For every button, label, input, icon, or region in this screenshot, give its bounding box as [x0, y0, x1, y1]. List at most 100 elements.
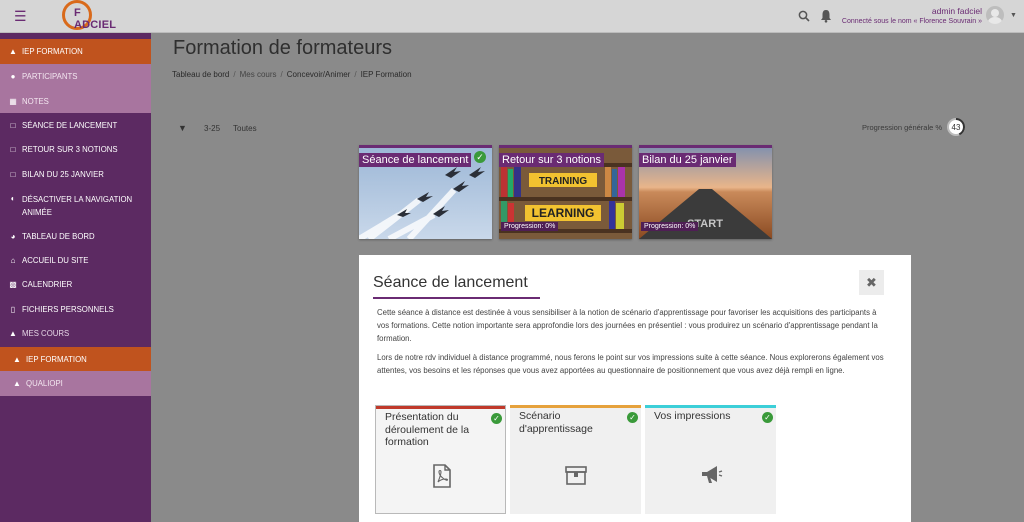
tile-top-bar — [376, 406, 505, 409]
breadcrumb-item-iep-formation[interactable]: IEP Formation — [361, 70, 412, 79]
sidebar-item-label: QUALIOPI — [26, 379, 63, 388]
sidebar-item-iep-formation[interactable]: ▲ IEP FORMATION — [0, 39, 151, 64]
table-icon: ▦ — [9, 96, 17, 106]
graduation-cap-icon: ▲ — [9, 47, 17, 56]
card-progress: Progression: 0% — [641, 222, 699, 231]
sidebar-item-label: BILAN DU 25 JANVIER — [22, 170, 104, 179]
sidebar-item-fichiers-personnels[interactable]: ▯ FICHIERS PERSONNELS — [0, 305, 151, 319]
section-modal: Séance de lancement ✖ Cette séance à dis… — [359, 255, 911, 522]
user-role-text: Connecté sous le nom « Florence Souvrain… — [841, 18, 982, 25]
sidebar-item-label: CALENDRIER — [22, 280, 73, 289]
tile-title: Vos impressions — [654, 410, 731, 422]
sidebar-item-label: IEP FORMATION — [26, 354, 87, 364]
sidebar-item-label: NOTES — [22, 96, 49, 106]
site-logo[interactable]: F ADCIEL — [62, 0, 122, 32]
users-icon: ● — [10, 72, 16, 81]
sidebar-item-label: MES COURS — [22, 329, 70, 338]
avatar[interactable] — [986, 6, 1004, 24]
modal-paragraph-1: Cette séance à distance est destinée à v… — [377, 308, 878, 343]
avatar-body — [988, 17, 1002, 24]
user-name[interactable]: admin fadciel — [932, 6, 982, 16]
pdf-file-icon — [433, 464, 451, 488]
breadcrumb-item-concevoir-animer[interactable]: Concevoir/Animer — [287, 70, 351, 79]
card-top-bar — [499, 145, 632, 148]
search-icon[interactable] — [798, 10, 810, 22]
completed-check-icon: ✓ — [474, 151, 486, 163]
sidebar-item-accueil-du-site[interactable]: ⌂ ACCUEIL DU SITE — [0, 256, 151, 270]
tile-top-bar — [510, 405, 641, 408]
folder-icon: □ — [10, 121, 16, 130]
page-title: Formation de formateurs — [173, 37, 392, 59]
progress-value: 43 — [951, 123, 961, 132]
sidebar-item-desactiver-navigation-animee[interactable]: ◐ DÉSACTIVER LA NAVIGATION ANIMÉE — [0, 194, 151, 220]
sidebar-item-bilan-du-25-janvier[interactable]: □ BILAN DU 25 JANVIER — [0, 170, 151, 184]
modal-title: Séance de lancement — [373, 274, 528, 291]
logo-text: F ADCIEL — [74, 7, 117, 31]
toggle-icon: ◐ — [10, 194, 16, 203]
hamburger-icon[interactable]: ☰ — [14, 9, 28, 23]
calendar-icon: ▩ — [9, 280, 17, 289]
sidebar-item-mes-cours[interactable]: ▲ MES COURS — [0, 329, 151, 343]
sidebar-item-retour-sur-3-notions[interactable]: □ RETOUR SUR 3 NOTIONS — [0, 145, 151, 159]
sidebar-item-label: ACCUEIL DU SITE — [22, 256, 89, 265]
sidebar-item-label: PARTICIPANTS — [22, 72, 78, 81]
archive-box-icon — [565, 466, 587, 485]
graduation-cap-icon: ▲ — [13, 379, 21, 388]
sidebar-item-calendrier[interactable]: ▩ CALENDRIER — [0, 280, 151, 294]
sidebar-item-label: SÉANCE DE LANCEMENT — [22, 121, 118, 130]
section-range[interactable]: 3-25 — [204, 124, 220, 133]
completed-check-icon: ✓ — [762, 412, 773, 423]
sidebar: ▲ IEP FORMATION ● PARTICIPANTS ▦ NOTES □… — [0, 33, 151, 522]
card-title: Retour sur 3 notions — [499, 153, 605, 167]
top-navbar: ☰ F ADCIEL admin fadciel Connecté sous l… — [0, 0, 1024, 33]
folder-icon: □ — [10, 170, 16, 179]
sidebar-item-qualiopi[interactable]: ▲ QUALIOPI — [0, 371, 151, 396]
tile-title: Présentation du déroulement de la format… — [385, 411, 470, 448]
card-top-bar — [639, 145, 772, 148]
tile-title: Scénario d'apprentissage — [519, 410, 593, 435]
breadcrumb-separator: / — [280, 70, 283, 79]
megaphone-icon — [702, 466, 723, 483]
breadcrumb-item-tableau-de-bord[interactable]: Tableau de bord — [172, 70, 229, 79]
breadcrumb: Tableau de bord / Mes cours / Concevoir/… — [172, 70, 412, 79]
breadcrumb-separator: / — [233, 70, 236, 79]
svg-text:LEARNING: LEARNING — [532, 206, 595, 220]
completed-check-icon: ✓ — [491, 413, 502, 424]
filter-icon[interactable]: ▼ — [178, 123, 187, 133]
activity-tile-presentation[interactable]: Présentation du déroulement de la format… — [375, 405, 506, 514]
sidebar-item-tableau-de-bord[interactable]: ◕ TABLEAU DE BORD — [0, 232, 151, 246]
sidebar-item-label: RETOUR SUR 3 NOTIONS — [22, 145, 118, 154]
section-card-seance-de-lancement[interactable]: Séance de lancement ✓ — [359, 145, 492, 239]
graduation-cap-icon: ▲ — [13, 354, 21, 364]
close-icon[interactable]: ✖ — [859, 270, 884, 295]
section-all-filter[interactable]: Toutes — [233, 124, 257, 133]
caret-down-icon[interactable]: ▼ — [1010, 12, 1017, 19]
modal-title-underline — [373, 297, 540, 299]
section-card-retour-sur-3-notions[interactable]: TRAINING LEARNING Retour sur 3 notions P… — [499, 145, 632, 239]
sidebar-item-label: IEP FORMATION — [22, 47, 83, 56]
section-card-bilan-du-25-janvier[interactable]: START Bilan du 25 janvier Progression: 0… — [639, 145, 772, 239]
sidebar-item-notes[interactable]: ▦ NOTES — [0, 89, 151, 113]
home-icon: ⌂ — [10, 256, 16, 265]
completed-check-icon: ✓ — [627, 412, 638, 423]
card-title: Séance de lancement — [359, 153, 472, 167]
activity-tile-vos-impressions[interactable]: Vos impressions ✓ — [645, 405, 776, 514]
svg-text:TRAINING: TRAINING — [539, 176, 588, 187]
graduation-cap-icon: ▲ — [9, 329, 17, 338]
progress-label: Progression générale % — [862, 123, 943, 132]
sidebar-item-iep-formation-course[interactable]: ▲ IEP FORMATION — [0, 347, 151, 371]
activity-tile-scenario[interactable]: Scénario d'apprentissage ✓ — [510, 405, 641, 514]
card-top-bar — [359, 145, 492, 148]
tile-top-bar — [645, 405, 776, 408]
modal-paragraph-2: Lors de notre rdv individuel à distance … — [377, 353, 884, 375]
breadcrumb-item-mes-cours[interactable]: Mes cours — [240, 70, 277, 79]
sidebar-item-seance-de-lancement[interactable]: □ SÉANCE DE LANCEMENT — [0, 121, 151, 135]
folder-icon: □ — [10, 145, 16, 154]
breadcrumb-separator: / — [354, 70, 357, 79]
sidebar-item-label: FICHIERS PERSONNELS — [22, 305, 114, 314]
sidebar-item-participants[interactable]: ● PARTICIPANTS — [0, 64, 151, 89]
card-progress: Progression: 0% — [501, 222, 559, 231]
file-icon: ▯ — [10, 305, 16, 314]
bell-icon[interactable] — [820, 9, 832, 23]
sidebar-item-label: TABLEAU DE BORD — [22, 232, 95, 241]
